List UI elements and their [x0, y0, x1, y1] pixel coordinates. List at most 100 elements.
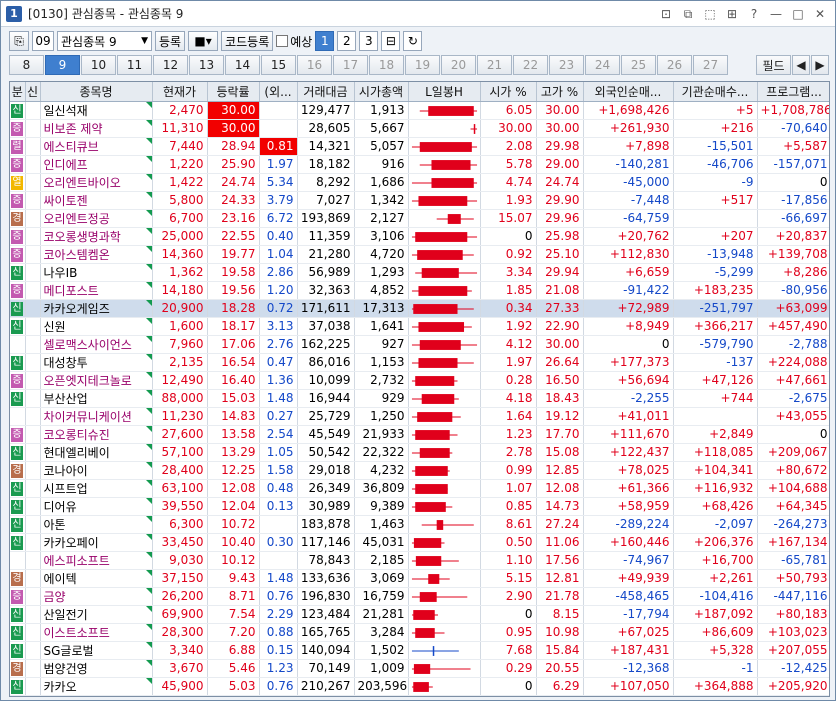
help-icon[interactable]: ?	[745, 5, 763, 23]
table-row[interactable]: 신 대성창투 2,135 16.54 0.47 86,016 1,153 1.97 26.64 +…	[10, 353, 829, 372]
tab-18[interactable]: 18	[369, 55, 404, 75]
tab-22[interactable]: 22	[513, 55, 548, 75]
table-row[interactable]: 신 카카오페이 33,450 10.40 0.30 117,146 45,031 0.50 11…	[10, 533, 829, 552]
popup-icon[interactable]: ⬚	[701, 5, 719, 23]
column-header[interactable]: 현재가	[152, 82, 208, 102]
tab-10[interactable]: 10	[81, 55, 116, 75]
tab-19[interactable]: 19	[405, 55, 440, 75]
stock-name[interactable]: 아톤	[40, 515, 153, 534]
tab-12[interactable]: 12	[153, 55, 188, 75]
tab-9[interactable]: 9	[45, 55, 80, 75]
page-button-3[interactable]: 3	[359, 31, 379, 51]
stock-name[interactable]: 부산산업	[40, 389, 153, 408]
minimize-icon[interactable]: —	[767, 5, 785, 23]
stock-name[interactable]: 싸이토젠	[40, 191, 153, 210]
stock-name[interactable]: 코나아이	[40, 461, 153, 480]
table-row[interactable]: 신 시프트업 63,100 12.08 0.48 26,349 36,809 1.07 12.0…	[10, 479, 829, 498]
table-row[interactable]: 에스피소프트 9,030 10.12 78,843 2,185 1.10 17.56 -74,…	[10, 551, 829, 570]
tab-11[interactable]: 11	[117, 55, 152, 75]
table-row[interactable]: 신 SG글로벌 3,340 6.88 0.15 140,094 1,502 7.68 15.84…	[10, 641, 829, 660]
table-row[interactable]: 경 오리엔트정공 6,700 23.16 6.72 193,869 2,127 15.07 29…	[10, 209, 829, 228]
group-number-field[interactable]: 09	[32, 31, 54, 51]
stock-name[interactable]: 코오롱생명과학	[40, 227, 153, 246]
register-button[interactable]: 등록	[155, 31, 186, 51]
table-row[interactable]: 증 비보존 제약 11,310 30.00 28,605 5,667 30.00 30.00 +…	[10, 119, 829, 138]
table-row[interactable]: 신 디어유 39,550 12.04 0.13 30,989 9,389 0.85 14.73 +…	[10, 497, 829, 516]
tab-14[interactable]: 14	[225, 55, 260, 75]
column-header[interactable]: L일봉H	[408, 82, 481, 102]
tab-13[interactable]: 13	[189, 55, 224, 75]
column-header[interactable]: 종목명	[40, 82, 153, 102]
table-row[interactable]: 신 부산산업 88,000 15.03 1.48 16,944 929 4.18 18.43 -2…	[10, 389, 829, 408]
column-header[interactable]: 등락률	[207, 82, 260, 102]
tab-17[interactable]: 17	[333, 55, 368, 75]
table-row[interactable]: 렬 에스티큐브 7,440 28.94 0.81 14,321 5,057 2.08 29.98…	[10, 137, 829, 156]
stock-name[interactable]: 산일전기	[40, 605, 153, 624]
tab-24[interactable]: 24	[585, 55, 620, 75]
stock-name[interactable]: 범양건영	[40, 659, 153, 678]
field-button[interactable]: 필드	[756, 55, 791, 75]
column-header[interactable]: 거래대금	[297, 82, 355, 102]
tab-27[interactable]: 27	[693, 55, 728, 75]
code-register-button[interactable]: 코드등록	[221, 31, 274, 51]
stock-name[interactable]: 이스트소프트	[40, 623, 153, 642]
layout-icon[interactable]: ⊟	[381, 31, 401, 51]
column-header[interactable]: 외국인순매...	[583, 82, 674, 102]
table-row[interactable]: 증 인디에프 1,220 25.90 1.97 18,182 916 5.78 29.00 -14…	[10, 155, 829, 174]
table-row[interactable]: 신 신원 1,600 18.17 3.13 37,038 1,641 1.92 22.90 +8,…	[10, 317, 829, 336]
table-row[interactable]: 차이커뮤니케이션 11,230 14.83 0.27 25,729 1,250 1.64 19…	[10, 407, 829, 426]
stock-name[interactable]: 메디포스트	[40, 281, 153, 300]
table-row[interactable]: 신 나우IB 1,362 19.58 2.86 56,989 1,293 3.34 29.94 +…	[10, 263, 829, 282]
table-row[interactable]: 신 산일전기 69,900 7.54 2.29 123,484 21,281 0 8.15 -17…	[10, 605, 829, 624]
tab-prev-icon[interactable]: ◀	[792, 55, 810, 75]
group-select[interactable]: 관심종목 9 ▼	[57, 31, 152, 51]
tab-25[interactable]: 25	[621, 55, 656, 75]
table-row[interactable]: 증 코오롱티슈진 27,600 13.58 2.54 45,549 21,933 1.23 17…	[10, 425, 829, 444]
tab-23[interactable]: 23	[549, 55, 584, 75]
table-row[interactable]: 증 코오롱생명과학 25,000 22.55 0.40 11,359 3,106 0 25.98…	[10, 227, 829, 246]
table-row[interactable]: 증 금양 26,200 8.71 0.76 196,830 16,759 2.90 21.78-…	[10, 587, 829, 606]
column-header[interactable]: (외...	[259, 82, 298, 102]
column-header[interactable]: 분	[10, 82, 26, 102]
stock-name[interactable]: SG글로벌	[40, 641, 153, 660]
stock-name[interactable]: 카카오페이	[40, 533, 153, 552]
table-row[interactable]: 셀로맥스사이언스 7,960 17.06 2.76 162,225 927 4.12 30.0…	[10, 335, 829, 354]
stock-name[interactable]: 에스티큐브	[40, 137, 153, 156]
preview-checkbox[interactable]	[276, 35, 289, 47]
column-header[interactable]: 기관순매수...	[673, 82, 758, 102]
stock-name[interactable]: 비보존 제약	[40, 119, 153, 138]
tab-next-icon[interactable]: ▶	[811, 55, 829, 75]
stock-name[interactable]: 카카오	[40, 677, 153, 696]
stock-name[interactable]: 셀로맥스사이언스	[40, 335, 153, 354]
refresh-icon[interactable]: ↻	[403, 31, 423, 51]
stock-name[interactable]: 오픈엣지테크놀로	[40, 371, 153, 390]
table-row[interactable]: 증 코아스템켐온 14,360 19.77 1.04 21,280 4,720 0.92 25.…	[10, 245, 829, 264]
tab-15[interactable]: 15	[261, 55, 296, 75]
page-button-1[interactable]: 1	[315, 31, 335, 51]
copy-window-icon[interactable]: ⧉	[679, 5, 697, 23]
table-row[interactable]: 신 이스트소프트 28,300 7.20 0.88 165,765 3,284 0.95 10.…	[10, 623, 829, 642]
restore-layout-icon[interactable]: ⊡	[657, 5, 675, 23]
stock-name[interactable]: 디어유	[40, 497, 153, 516]
column-header[interactable]: 시가 %	[480, 82, 537, 102]
tab-26[interactable]: 26	[657, 55, 692, 75]
table-row[interactable]: 열 오리엔트바이오 1,422 24.74 5.34 8,292 1,686 4.74 24.7…	[10, 173, 829, 192]
tab-16[interactable]: 16	[297, 55, 332, 75]
table-row[interactable]: 증 싸이토젠 5,800 24.33 3.79 7,027 1,342 1.93 29.90 -7…	[10, 191, 829, 210]
table-row[interactable]: 경 코나아이 28,400 12.25 1.58 29,018 4,232 0.99 12.85…	[10, 461, 829, 480]
preview-checkbox-wrap[interactable]: 예상	[276, 33, 312, 50]
stock-name[interactable]: 오리엔트바이오	[40, 173, 153, 192]
table-row[interactable]: 경 범양건영 3,670 5.46 1.23 70,149 1,009 0.29 20.55 -1…	[10, 659, 829, 678]
stock-name[interactable]: 현대엘리베이	[40, 443, 153, 462]
stock-name[interactable]: 대성창투	[40, 353, 153, 372]
stock-name[interactable]: 신원	[40, 317, 153, 336]
stock-name[interactable]: 오리엔트정공	[40, 209, 153, 228]
table-row[interactable]: 경 에이텍 37,150 9.43 1.48 133,636 3,069 5.15 12.81 +…	[10, 569, 829, 588]
copy-icon[interactable]: ⎘	[9, 31, 29, 51]
stock-name[interactable]: 에스피소프트	[40, 551, 153, 570]
stock-name[interactable]: 에이텍	[40, 569, 153, 588]
close-icon[interactable]: ✕	[811, 5, 829, 23]
column-header[interactable]: 고가 %	[536, 82, 584, 102]
tab-21[interactable]: 21	[477, 55, 512, 75]
maximize-icon[interactable]: □	[789, 5, 807, 23]
